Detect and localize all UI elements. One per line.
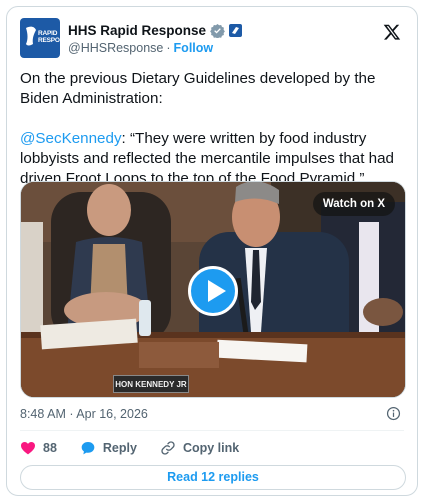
- avatar[interactable]: RAPID RESPONSE: [20, 18, 60, 58]
- reply-icon: [81, 442, 95, 455]
- reply-button[interactable]: Reply: [80, 440, 137, 456]
- mention-link[interactable]: @SecKennedy: [20, 130, 122, 147]
- like-count: 88: [43, 441, 57, 455]
- read-replies-button[interactable]: Read 12 replies: [20, 465, 406, 490]
- copy-link-label: Copy link: [182, 441, 240, 455]
- hhs-eagle-icon: [26, 26, 36, 46]
- affiliation-badge-icon[interactable]: [229, 23, 243, 37]
- video-player[interactable]: Watch on X HON KENNEDY JR: [20, 181, 406, 398]
- copy-link-button[interactable]: Copy link: [160, 440, 239, 456]
- divider: [20, 430, 404, 431]
- play-button[interactable]: [188, 266, 238, 316]
- follow-button[interactable]: Follow: [174, 41, 214, 55]
- account-handle[interactable]: @HHSResponse: [68, 41, 163, 55]
- nameplate-text: HON KENNEDY JR: [113, 375, 189, 393]
- tweet-quote-paragraph: @SecKennedy: “They were written by food …: [20, 129, 412, 189]
- info-icon[interactable]: [386, 406, 401, 421]
- watch-on-x-button[interactable]: Watch on X: [312, 192, 395, 216]
- tweet-timestamp[interactable]: 8:48 AM · Apr 16, 2026: [20, 407, 148, 421]
- link-icon: [161, 441, 175, 455]
- action-bar: 88 Reply Copy link: [20, 438, 262, 458]
- separator-dot: ·: [166, 41, 171, 55]
- x-logo-icon[interactable]: [383, 23, 401, 41]
- play-icon: [208, 280, 226, 302]
- verified-badge-icon: [210, 23, 225, 38]
- reply-label: Reply: [102, 441, 137, 455]
- like-button[interactable]: 88: [20, 440, 57, 456]
- heart-icon: [21, 442, 35, 455]
- display-name[interactable]: HHS Rapid Response: [68, 23, 206, 38]
- avatar-logo-text: RAPID RESPONSE: [38, 30, 60, 44]
- tweet-paragraph: On the previous Dietary Guidelines devel…: [20, 70, 376, 107]
- tweet-card: RAPID RESPONSE HHS Rapid Response @HHSRe…: [6, 6, 418, 496]
